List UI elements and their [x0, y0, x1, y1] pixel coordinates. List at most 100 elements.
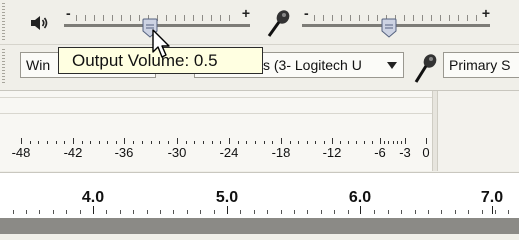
meter-minor-tick	[372, 141, 373, 144]
ruler-minor-tick	[12, 210, 14, 214]
meter-minor-tick	[298, 141, 299, 144]
meter-minor-tick	[47, 141, 48, 144]
ruler-minor-tick	[334, 210, 336, 214]
meter-tick	[177, 138, 178, 144]
ruler-minor-tick	[26, 210, 27, 214]
meter-minor-tick	[90, 141, 91, 144]
meter-scale-label: -12	[322, 145, 342, 160]
toolbar-grip[interactable]	[2, 3, 5, 41]
ruler-label: 7.0	[480, 189, 504, 206]
meter-scale: -48 -42 -36 -30 -24 -18 -12 -6 -3 0	[0, 91, 432, 171]
ruler-minor-tick	[454, 210, 456, 214]
meter-minor-tick	[115, 141, 117, 144]
meter-scale-label: 0	[422, 145, 430, 160]
meter-scale-label: -48	[11, 145, 31, 160]
meter-tick	[405, 138, 406, 144]
meter-tick	[380, 138, 381, 144]
meter-tick	[426, 138, 427, 144]
meter-scale-label: -42	[63, 145, 83, 160]
meter-minor-tick	[150, 141, 152, 144]
ruler-minor-tick	[320, 210, 322, 214]
meter-minor-tick	[132, 141, 134, 144]
meter-minor-tick	[29, 141, 31, 144]
meter-scale-label: -30	[167, 145, 187, 160]
ruler-label: 4.0	[81, 189, 105, 206]
meter-minor-tick	[55, 141, 57, 144]
ruler-minor-tick	[267, 210, 269, 214]
device-toolbar-grip[interactable]	[2, 49, 5, 85]
ruler-minor-tick	[213, 210, 215, 214]
recording-device-label: s (3- Logitech U	[263, 57, 362, 73]
ruler-marks: 4.0 5.0 6.0 7.0	[0, 173, 519, 219]
meter-minor-tick	[400, 141, 402, 144]
ruler-minor-tick	[347, 210, 349, 214]
ruler-minor-tick	[441, 210, 443, 214]
meter-minor-tick	[203, 141, 204, 144]
ruler-label: 6.0	[348, 189, 372, 206]
ruler-minor-tick	[200, 210, 202, 214]
ruler-minor-tick	[414, 210, 416, 214]
ruler-minor-tick	[374, 210, 376, 214]
ruler-major-tick	[93, 206, 94, 214]
ruler-minor-tick	[79, 210, 81, 214]
track-area-edge	[0, 218, 519, 234]
mixer-toolbar: - + - +	[0, 0, 519, 45]
meter-minor-tick	[306, 141, 308, 144]
ruler-minor-tick	[495, 210, 496, 214]
ruler-minor-tick	[387, 210, 389, 214]
ruler-minor-tick	[253, 210, 255, 214]
ruler-minor-tick	[294, 210, 295, 214]
meter-minor-tick	[340, 141, 341, 144]
meter-tick	[332, 138, 333, 144]
meter-tick	[73, 138, 74, 144]
ruler-major-tick	[360, 206, 361, 214]
meter-minor-tick	[289, 141, 291, 144]
microphone-icon	[414, 54, 437, 83]
meter-minor-tick	[315, 141, 316, 144]
meter-minor-tick	[263, 141, 265, 144]
meter-minor-tick	[323, 141, 325, 144]
meter-minor-tick	[98, 141, 100, 144]
input-volume-plus: +	[481, 5, 490, 21]
timeline-ruler[interactable]: 4.0 5.0 6.0 7.0	[0, 172, 519, 219]
meter-minor-tick	[396, 141, 398, 144]
ruler-minor-tick	[160, 210, 161, 214]
ruler-major-tick	[227, 206, 228, 214]
meter-minor-tick	[168, 141, 170, 144]
ruler-minor-tick	[186, 210, 188, 214]
ruler-minor-tick	[133, 210, 135, 214]
meter-splitter[interactable]	[432, 91, 438, 171]
meter-minor-tick	[348, 141, 349, 144]
ruler-label: 5.0	[215, 189, 239, 206]
input-volume-thumb[interactable]	[381, 18, 397, 38]
ruler-minor-tick	[508, 210, 510, 214]
meter-minor-tick	[81, 141, 83, 144]
input-volume-minus: -	[304, 5, 309, 21]
meter-scale-label: -36	[114, 145, 134, 160]
ruler-minor-tick	[280, 210, 282, 214]
meter-scale-label: -3	[399, 145, 411, 160]
input-volume-slider[interactable]: - +	[302, 5, 490, 38]
meter-minor-tick	[220, 141, 222, 144]
meter-minor-tick	[392, 141, 394, 144]
meter-panel: -48 -42 -36 -30 -24 -18 -12 -6 -3 0	[0, 91, 432, 171]
ruler-major-tick	[492, 206, 493, 214]
meter-tick	[21, 138, 22, 144]
output-volume-slider[interactable]: - +	[64, 5, 250, 38]
ruler-minor-tick	[52, 210, 54, 214]
output-volume-plus: +	[241, 5, 250, 21]
meter-minor-tick	[141, 141, 143, 144]
meter-minor-tick	[272, 141, 274, 144]
playback-meter: -48 -42 -36 -30 -24 -18 -12 -6 -3 0	[0, 91, 519, 171]
audio-host-label: Win	[26, 57, 51, 73]
tooltip-text: Output Volume: 0.5	[72, 51, 218, 70]
meter-minor-tick	[364, 141, 365, 144]
meter-minor-tick	[255, 141, 256, 144]
meter-minor-tick	[384, 141, 386, 144]
output-volume-minus: -	[66, 5, 71, 21]
recording-channels-dropdown[interactable]: Primary S	[443, 52, 519, 78]
meter-tick	[281, 138, 282, 144]
ruler-minor-tick	[39, 210, 41, 214]
meter-minor-tick	[185, 141, 187, 144]
meter-scale-label: -24	[219, 145, 239, 160]
